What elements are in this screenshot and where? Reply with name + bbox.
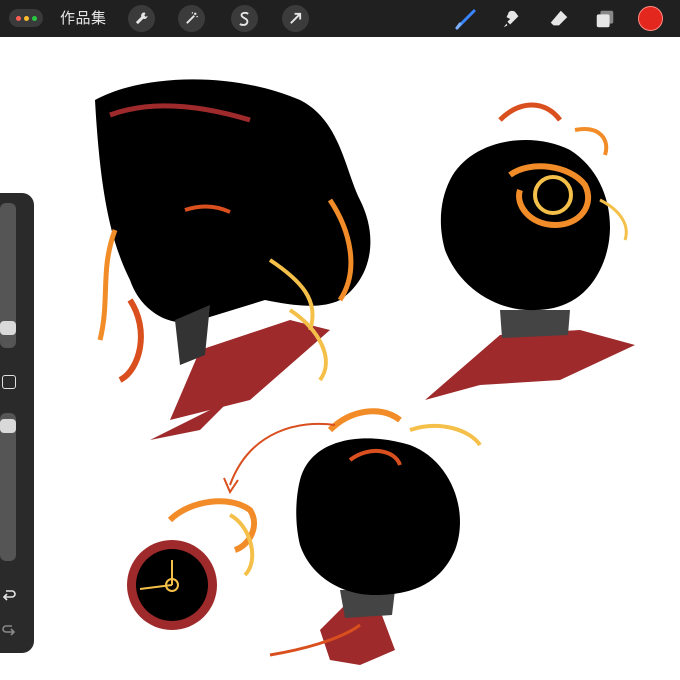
brush-size-handle[interactable] (0, 321, 16, 335)
dot-icon (31, 15, 37, 21)
drawing-canvas[interactable] (0, 37, 680, 680)
adjustments-button[interactable] (178, 5, 205, 32)
magic-wand-icon (186, 12, 198, 24)
artwork (95, 79, 635, 665)
figure-front-view (95, 79, 371, 440)
modify-square-icon[interactable] (2, 375, 16, 389)
clock-badge (127, 498, 257, 630)
eraser-icon (550, 10, 567, 25)
figure-back-view (425, 102, 635, 400)
dot-icon (15, 15, 21, 21)
color-picker-button[interactable] (638, 6, 663, 31)
redo-icon (2, 625, 16, 636)
undo-icon (2, 590, 16, 601)
smudge-icon (503, 10, 518, 27)
redo-button[interactable] (0, 621, 18, 639)
smudge-button[interactable] (498, 5, 525, 32)
figure-bottom-view (223, 408, 482, 665)
layers-icon (596, 10, 613, 27)
opacity-slider[interactable] (0, 413, 16, 561)
top-toolbar: 作品集 (0, 0, 680, 37)
eraser-button[interactable] (545, 5, 572, 32)
selection-s-icon (239, 11, 249, 26)
undo-button[interactable] (0, 586, 18, 604)
transform-arrow-icon (290, 12, 302, 24)
transform-button[interactable] (282, 5, 309, 32)
left-sidebar (0, 193, 34, 653)
layers-button[interactable] (591, 5, 618, 32)
selection-button[interactable] (231, 5, 258, 32)
actions-button[interactable] (128, 5, 155, 32)
multitask-dots-button[interactable] (9, 9, 43, 27)
dot-icon (23, 15, 29, 21)
brush-icon (455, 9, 475, 29)
gallery-button[interactable]: 作品集 (60, 8, 107, 28)
opacity-handle[interactable] (0, 419, 16, 433)
wrench-icon (135, 12, 148, 25)
brush-button[interactable] (452, 5, 479, 32)
